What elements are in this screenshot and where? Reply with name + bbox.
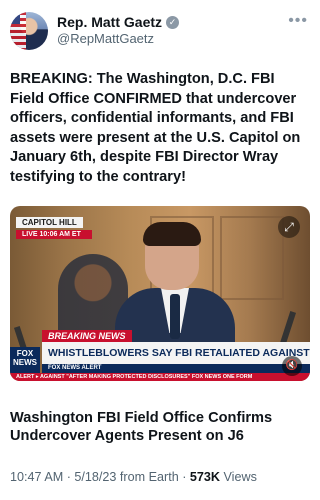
fox-logo-line2: NEWS xyxy=(13,358,37,367)
author-handle[interactable]: @RepMattGaetz xyxy=(57,31,154,46)
link-card-title[interactable]: Washington FBI Field Office Confirms Und… xyxy=(10,409,310,445)
fox-logo-line1: FOX xyxy=(16,349,34,358)
channel-location: CAPITOL HILL xyxy=(16,217,83,228)
tweet-text: BREAKING: The Washington, D.C. FBI Field… xyxy=(10,71,301,185)
views-label: Views xyxy=(220,470,257,484)
more-options-icon[interactable]: ••• xyxy=(288,12,308,30)
time-date-source[interactable]: 10:47 AM · 5/18/23 from Earth · xyxy=(10,470,190,484)
verified-badge-icon: ✓ xyxy=(166,15,180,29)
tweet-header: Rep. Matt Gaetz ✓ @RepMattGaetz ••• xyxy=(0,0,320,60)
news-ticker: ALERT ▸ AGAINST "AFTER MAKING PROTECTED … xyxy=(10,373,310,381)
avatar[interactable] xyxy=(10,12,48,50)
volume-muted-icon[interactable]: 🔇 xyxy=(282,356,302,376)
author-name[interactable]: Rep. Matt Gaetz xyxy=(57,14,162,30)
expand-icon[interactable]: ⤢ xyxy=(278,216,300,238)
hair xyxy=(143,222,201,246)
tweet-meta: 10:47 AM · 5/18/23 from Earth · 573K Vie… xyxy=(10,470,257,484)
author-name-row[interactable]: Rep. Matt Gaetz ✓ xyxy=(57,14,180,30)
fox-news-logo: FOX NEWS xyxy=(10,347,40,375)
news-lower-third: BREAKING NEWS WHISTLEBLOWERS SAY FBI RET… xyxy=(10,330,310,381)
video-thumbnail[interactable]: CAPITOL HILL LIVE 10:06 AM ET ⤢ BREAKING… xyxy=(10,206,310,381)
news-headline: WHISTLEBLOWERS SAY FBI RETALIATED AGAINS… xyxy=(42,342,310,364)
live-time: LIVE 10:06 AM ET xyxy=(16,230,92,239)
breaking-news-label: BREAKING NEWS xyxy=(42,330,132,342)
views-count[interactable]: 573K xyxy=(190,470,220,484)
flag-graphic xyxy=(10,12,26,50)
fox-news-alert: FOX NEWS ALERT xyxy=(42,364,310,373)
channel-tag: CAPITOL HILL LIVE 10:06 AM ET xyxy=(16,212,92,239)
